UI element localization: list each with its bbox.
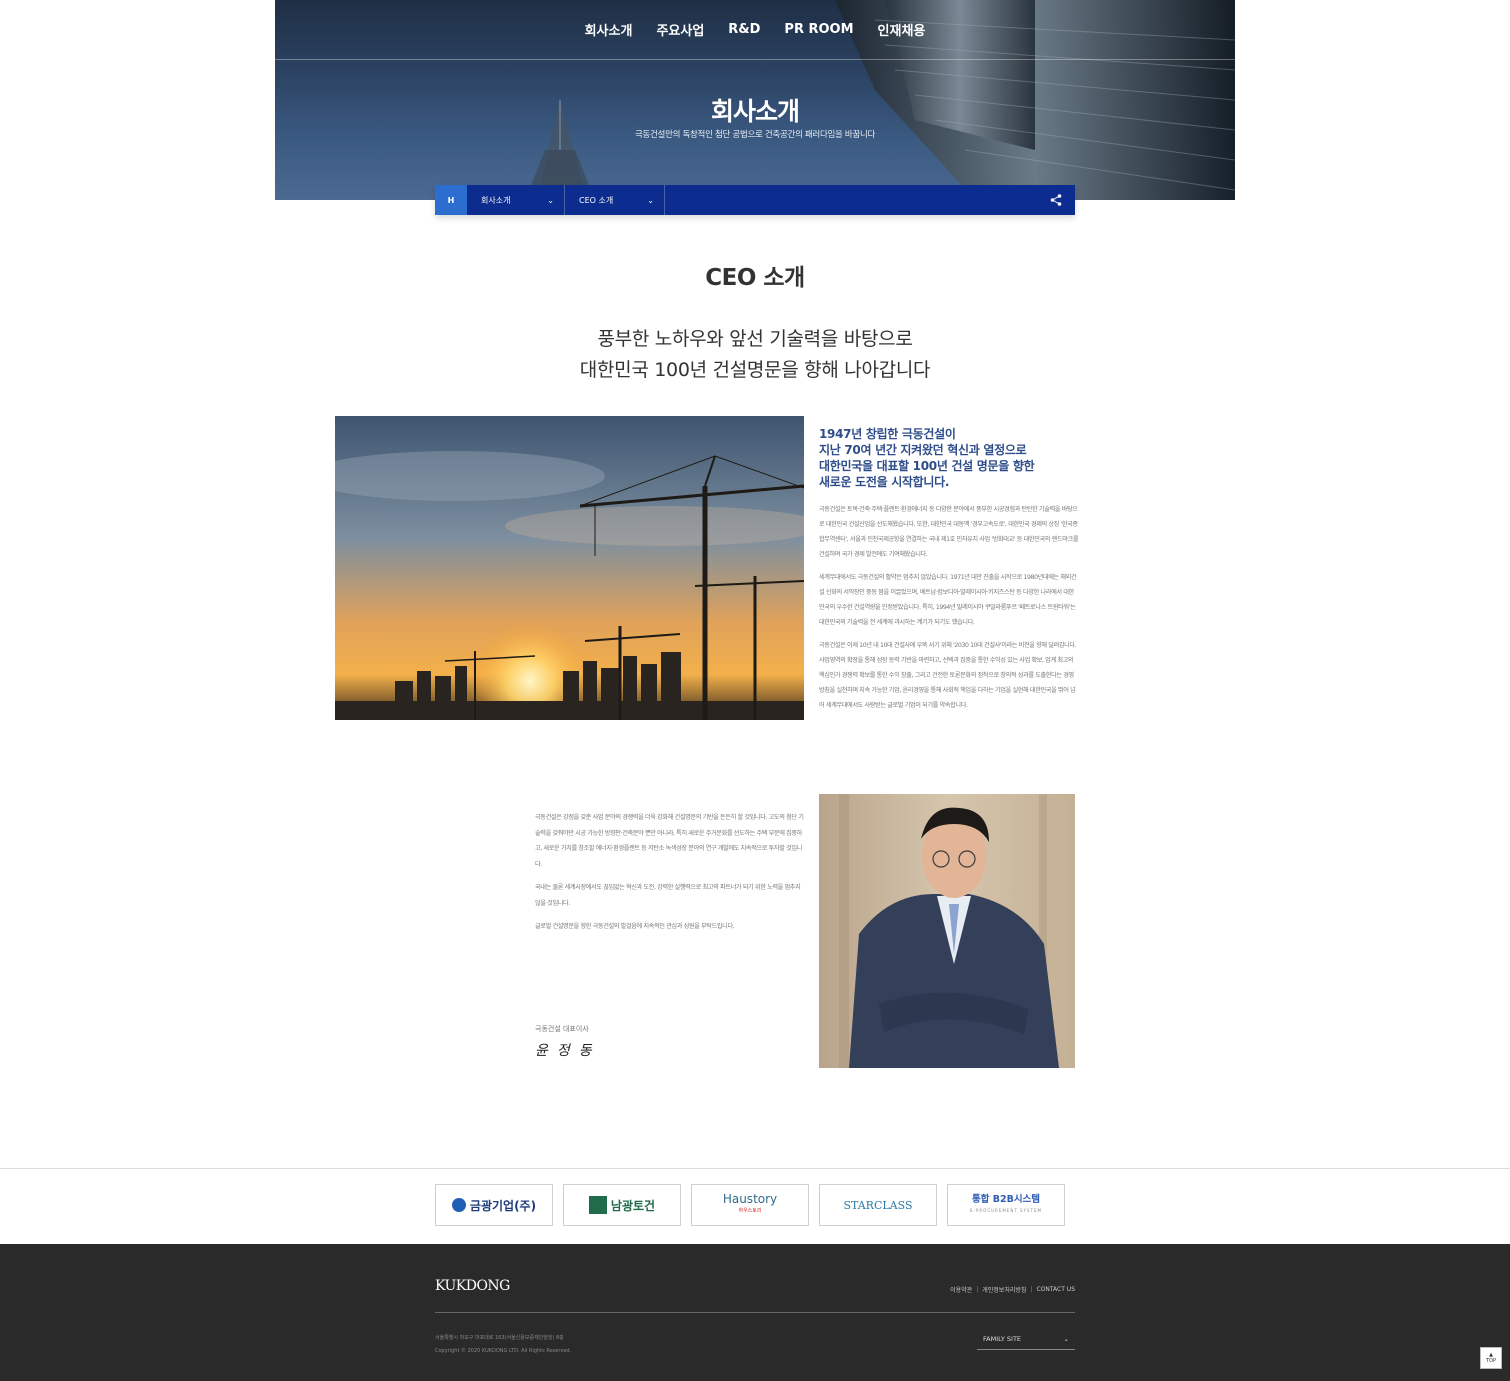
chevron-down-icon: ⌄ bbox=[647, 195, 654, 205]
scroll-top-button[interactable]: ▲ TOP bbox=[1480, 1347, 1502, 1369]
footer: KUKDONG 이용약관 | 개인정보처리방침 | CONTACT US 서울특… bbox=[0, 1244, 1510, 1381]
tagline-line-1: 풍부한 노하우와 앞선 기술력을 바탕으로 bbox=[597, 328, 913, 350]
tagline-line-2: 대한민국 100년 건설명문을 향해 나아갑니다 bbox=[579, 359, 931, 381]
partner-label: 통합 B2B시스템 bbox=[971, 1194, 1041, 1205]
intro-headline-line: 1947년 창립한 극동건설이 bbox=[819, 427, 956, 441]
tagline: 풍부한 노하우와 앞선 기술력을 바탕으로 대한민국 100년 건설명문을 향해… bbox=[0, 324, 1510, 386]
message-paragraph: 국내는 물론 세계시장에서도 끊임없는 혁신과 도전, 강력한 실행력으로 최고… bbox=[535, 884, 801, 907]
intro-paragraph: 극동건설은 토목·건축·주택·플랜트·환경에너지 등 다양한 분야에서 풍부한 … bbox=[819, 506, 1079, 558]
depth2-dropdown[interactable]: CEO 소개 ⌄ bbox=[565, 185, 665, 215]
intro-headline: 1947년 창립한 극동건설이 지난 70여 년간 지켜왔던 혁신과 열정으로 … bbox=[819, 426, 1079, 490]
share-icon[interactable] bbox=[1049, 193, 1063, 207]
location-bar: H 회사소개 ⌄ CEO 소개 ⌄ bbox=[435, 185, 1075, 215]
main-nav: 회사소개 주요사업 R&D PR ROOM 인재채용 bbox=[275, 0, 1235, 58]
nav-item-company[interactable]: 회사소개 bbox=[573, 20, 645, 39]
footer-links: 이용약관 | 개인정보처리방침 | CONTACT US bbox=[950, 1285, 1075, 1294]
family-site-select[interactable]: FAMILY SITE ⌄ bbox=[977, 1328, 1075, 1350]
partner-links: 금광기업(주) 남광토건 Haustory 하우스토리 STARCLASS 통합… bbox=[435, 1184, 1065, 1226]
intro-headline-line: 대한민국을 대표할 100년 건설 명문을 향한 bbox=[819, 459, 1035, 473]
construction-photo bbox=[335, 416, 804, 720]
intro-paragraph: 세계무대에서도 극동건설의 활약은 멈추지 않았습니다. 1971년 대만 진출… bbox=[819, 574, 1077, 626]
intro-paragraph: 극동건설은 이제 10년 내 10대 건설사에 우뚝 서기 위해 '2030 1… bbox=[819, 642, 1077, 709]
partner-link-haustory[interactable]: Haustory 하우스토리 bbox=[691, 1184, 809, 1226]
partner-link-b2b[interactable]: 통합 B2B시스템 E-PROCUREMENT SYSTEM bbox=[947, 1184, 1065, 1226]
link-separator: | bbox=[1030, 1286, 1033, 1293]
family-site-label: FAMILY SITE bbox=[983, 1334, 1022, 1343]
nav-item-rnd[interactable]: R&D bbox=[716, 22, 772, 37]
depth2-label: CEO 소개 bbox=[579, 195, 614, 205]
ceo-message: 극동건설은 강점을 갖춘 사업 분야의 경쟁력을 더욱 강화해 건설명문의 기반… bbox=[535, 810, 805, 943]
footer-copyright: Copyright © 2020 KUKDONG LTD. All Rights… bbox=[435, 1348, 572, 1354]
footer-logo[interactable]: KUKDONG bbox=[435, 1278, 510, 1294]
signature-title: 극동건설 대표이사 bbox=[535, 1025, 589, 1033]
message-paragraph: 극동건설은 강점을 갖춘 사업 분야의 경쟁력을 더욱 강화해 건설명문의 기반… bbox=[535, 814, 804, 868]
depth1-label: 회사소개 bbox=[481, 195, 511, 205]
hero-banner: 회사소개 주요사업 R&D PR ROOM 인재채용 회사소개 극동건설만의 독… bbox=[275, 0, 1235, 200]
chevron-down-icon: ⌄ bbox=[547, 195, 554, 205]
page-title: CEO 소개 bbox=[705, 265, 805, 291]
ceo-portrait bbox=[819, 794, 1075, 1068]
partner-link-namkwang[interactable]: 남광토건 bbox=[563, 1184, 681, 1226]
partner-sublabel: 하우스토리 bbox=[738, 1208, 762, 1214]
home-button[interactable]: H bbox=[435, 185, 467, 215]
partner-label: 남광토건 bbox=[610, 1198, 656, 1213]
partner-sublabel: E-PROCUREMENT SYSTEM bbox=[970, 1208, 1042, 1213]
nav-item-pr-room[interactable]: PR ROOM bbox=[772, 22, 865, 37]
partner-link-starclass[interactable]: STARCLASS bbox=[819, 1184, 937, 1226]
hero-divider bbox=[275, 59, 1235, 60]
message-paragraph: 글로벌 건설명문을 향한 극동건설의 발걸음에 지속적인 관심과 성원을 부탁드… bbox=[535, 923, 735, 930]
hero-title: 회사소개 bbox=[710, 97, 800, 126]
namkwang-logo-icon bbox=[588, 1196, 607, 1214]
geumgwang-logo-icon bbox=[451, 1198, 466, 1212]
intro-headline-line: 새로운 도전을 시작합니다. bbox=[819, 475, 950, 489]
intro-section: 1947년 창립한 극동건설이 지난 70여 년간 지켜왔던 혁신과 열정으로 … bbox=[819, 426, 1079, 721]
partners-divider bbox=[0, 1168, 1510, 1169]
footer-address: 서울특별시 마포구 마포대로 163(서울신용보증재단빌딩) 8층 bbox=[435, 1335, 564, 1341]
intro-headline-line: 지난 70여 년간 지켜왔던 혁신과 열정으로 bbox=[819, 443, 1027, 457]
hero-subtitle: 극동건설만의 독창적인 첨단 공법으로 건축공간의 패러다임을 바꿉니다 bbox=[634, 130, 875, 140]
privacy-link[interactable]: 개인정보처리방침 bbox=[982, 1285, 1026, 1294]
link-separator: | bbox=[976, 1286, 979, 1293]
partner-link-geumgwang[interactable]: 금광기업(주) bbox=[435, 1184, 553, 1226]
terms-link[interactable]: 이용약관 bbox=[950, 1285, 972, 1294]
nav-item-business[interactable]: 주요사업 bbox=[644, 20, 716, 39]
nav-item-recruit[interactable]: 인재채용 bbox=[866, 20, 938, 39]
depth1-dropdown[interactable]: 회사소개 ⌄ bbox=[467, 185, 565, 215]
contact-link[interactable]: CONTACT US bbox=[1036, 1286, 1075, 1293]
footer-divider bbox=[435, 1312, 1075, 1313]
partner-label: 금광기업(주) bbox=[469, 1198, 537, 1213]
partner-label: STARCLASS bbox=[843, 1198, 913, 1212]
top-label: TOP bbox=[1485, 1358, 1496, 1364]
partner-label: Haustory bbox=[722, 1192, 778, 1206]
signature: 윤정동 bbox=[535, 1043, 601, 1059]
chevron-down-icon: ⌄ bbox=[1063, 1334, 1069, 1343]
